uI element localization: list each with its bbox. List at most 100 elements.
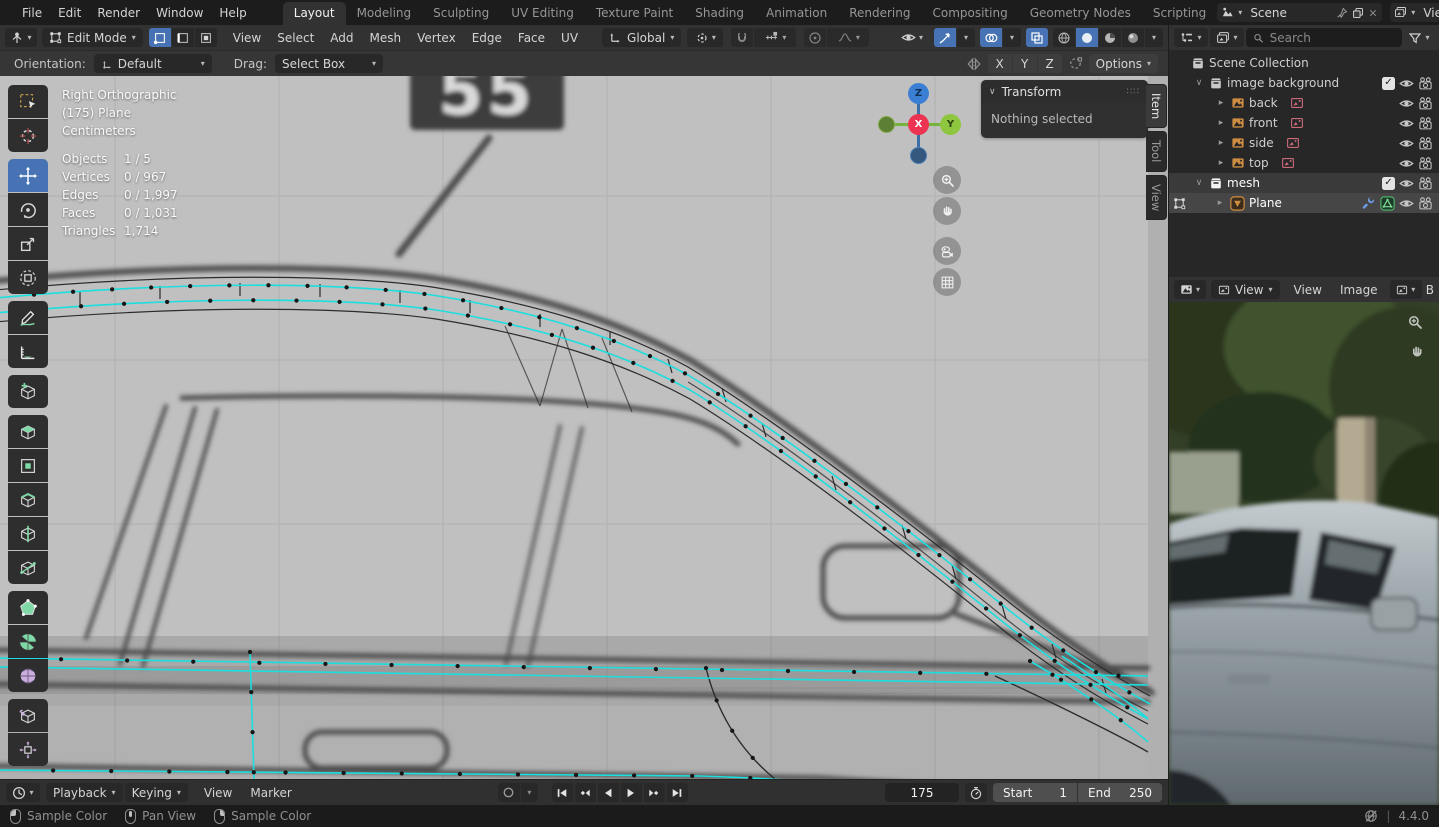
hide-eye-icon[interactable] xyxy=(1399,116,1414,131)
menu-render[interactable]: Render xyxy=(89,3,148,23)
tool-select-box[interactable] xyxy=(8,85,48,118)
shading-solid-button[interactable] xyxy=(1076,28,1098,47)
pin-icon[interactable] xyxy=(1336,7,1348,19)
tool-rotate[interactable] xyxy=(8,193,48,226)
tool-loop-cut[interactable] xyxy=(8,517,48,550)
tool-cursor[interactable] xyxy=(8,119,48,152)
frame-end-field[interactable]: End 250 xyxy=(1078,783,1162,802)
play-reverse-button[interactable] xyxy=(597,783,619,802)
outliner-row-front[interactable]: ▸ front xyxy=(1169,113,1439,133)
transform-orientation-selector[interactable]: Global ▾ xyxy=(602,28,682,47)
object-visibility-selector[interactable]: ▾ xyxy=(895,28,929,47)
drag-mode-selector[interactable]: Select Box ▾ xyxy=(274,54,383,73)
collapse-icon[interactable]: ∨ xyxy=(1193,178,1205,188)
keying-menu[interactable]: Keying ▾ xyxy=(124,783,188,802)
hide-eye-icon[interactable] xyxy=(1399,76,1414,91)
tool-orientation-selector[interactable]: Default ▾ xyxy=(93,54,212,73)
menu-edge[interactable]: Edge xyxy=(464,28,510,48)
overlays-options-button[interactable]: ▾ xyxy=(1003,28,1021,47)
auto-keying-options-button[interactable]: ▾ xyxy=(520,783,538,802)
tab-animation[interactable]: Animation xyxy=(755,2,838,25)
outliner-row-scene-collection[interactable]: Scene Collection xyxy=(1169,53,1439,73)
transform-panel-header[interactable]: ∨ Transform ∷∷ xyxy=(981,80,1148,103)
collection-checkbox[interactable]: ✓ xyxy=(1382,176,1395,190)
correct-face-attributes-icon[interactable] xyxy=(1068,56,1083,71)
image-menu-view[interactable]: View xyxy=(1286,280,1330,300)
tool-scale[interactable] xyxy=(8,227,48,260)
render-camera-icon[interactable] xyxy=(1418,116,1433,131)
tab-compositing[interactable]: Compositing xyxy=(921,2,1018,25)
render-camera-icon[interactable] xyxy=(1418,136,1433,151)
scene-name[interactable]: Scene xyxy=(1246,6,1332,20)
tab-scripting[interactable]: Scripting xyxy=(1142,2,1217,25)
render-camera-icon[interactable] xyxy=(1418,96,1433,111)
image-editor-type-button[interactable]: ▾ xyxy=(1174,280,1206,299)
show-gizmo-button[interactable] xyxy=(934,28,956,47)
triangulate-modifier-icon[interactable] xyxy=(1380,196,1395,211)
render-camera-icon[interactable] xyxy=(1418,176,1433,191)
outliner-display-mode-button[interactable]: ▾ xyxy=(1174,28,1208,47)
menu-window[interactable]: Window xyxy=(148,3,211,23)
snap-toggle-button[interactable] xyxy=(731,28,754,47)
show-overlays-button[interactable] xyxy=(980,28,1002,47)
use-preview-range-button[interactable] xyxy=(965,783,987,802)
play-button[interactable] xyxy=(620,783,642,802)
sidebar-tab-item[interactable]: Item xyxy=(1146,84,1167,129)
hide-eye-icon[interactable] xyxy=(1399,176,1414,191)
tool-poly-build[interactable] xyxy=(8,591,48,624)
mirror-icon[interactable] xyxy=(966,56,982,72)
jump-to-end-button[interactable] xyxy=(666,783,688,802)
hide-eye-icon[interactable] xyxy=(1399,196,1414,211)
timeline-menu-view[interactable]: View xyxy=(196,783,240,803)
tab-shading[interactable]: Shading xyxy=(684,2,755,25)
gizmo-options-button[interactable]: ▾ xyxy=(957,28,975,47)
close-icon[interactable] xyxy=(1368,8,1378,18)
tab-sculpting[interactable]: Sculpting xyxy=(422,2,500,25)
tool-add-cube[interactable] xyxy=(8,375,48,408)
zoom-button[interactable] xyxy=(933,166,961,194)
outliner-row-mesh[interactable]: ∨ mesh ✓ xyxy=(1169,173,1439,193)
playback-menu[interactable]: Playback ▾ xyxy=(46,783,123,802)
previous-keyframe-button[interactable] xyxy=(574,783,596,802)
tool-annotate[interactable] xyxy=(8,301,48,334)
shading-rendered-button[interactable] xyxy=(1122,28,1144,47)
outliner-filter-mode-button[interactable]: ▾ xyxy=(1210,28,1244,47)
mirror-y-button[interactable]: Y xyxy=(1012,54,1037,73)
tool-move[interactable] xyxy=(8,159,48,192)
outliner-row-image-background[interactable]: ∨ image background ✓ xyxy=(1169,73,1439,93)
tab-texture-paint[interactable]: Texture Paint xyxy=(585,2,684,25)
menu-add[interactable]: Add xyxy=(322,28,361,48)
outliner-search[interactable] xyxy=(1246,28,1402,47)
mirror-z-button[interactable]: Z xyxy=(1037,54,1062,73)
tab-layout[interactable]: Layout xyxy=(282,2,346,25)
tool-spin[interactable] xyxy=(8,625,48,658)
menu-edit[interactable]: Edit xyxy=(50,3,89,23)
pan-button[interactable] xyxy=(933,197,961,225)
proportional-falloff-selector[interactable]: ▾ xyxy=(827,28,870,47)
editor-type-button[interactable]: ▾ xyxy=(5,28,37,47)
outliner-row-side[interactable]: ▸ side xyxy=(1169,133,1439,153)
current-frame-field[interactable]: 175 xyxy=(885,783,959,802)
jump-to-start-button[interactable] xyxy=(551,783,573,802)
tool-transform[interactable] xyxy=(8,261,48,294)
search-input[interactable] xyxy=(1269,30,1395,45)
image-zoom-icon[interactable] xyxy=(1407,314,1423,330)
camera-view-button[interactable] xyxy=(933,237,961,265)
select-mode-face-button[interactable] xyxy=(194,28,217,47)
menu-file[interactable]: File xyxy=(14,3,50,23)
network-offline-icon[interactable] xyxy=(1364,809,1378,823)
gizmo-axis-z[interactable]: Z xyxy=(908,83,929,104)
outliner-row-top[interactable]: ▸ top xyxy=(1169,153,1439,173)
next-keyframe-button[interactable] xyxy=(643,783,665,802)
viewlayer-selector[interactable]: ▾ ViewLayer xyxy=(1390,3,1439,22)
select-mode-edge-button[interactable] xyxy=(171,28,194,47)
tab-modeling[interactable]: Modeling xyxy=(346,2,423,25)
panel-grip-icon[interactable]: ∷∷ xyxy=(1127,87,1140,97)
tab-rendering[interactable]: Rendering xyxy=(838,2,921,25)
menu-face[interactable]: Face xyxy=(510,28,553,48)
mode-selector[interactable]: Edit Mode ▾ xyxy=(42,28,143,47)
menu-uv[interactable]: UV xyxy=(553,28,586,48)
tool-bevel[interactable] xyxy=(8,483,48,516)
tool-extrude-region[interactable] xyxy=(8,415,48,448)
gizmo-axis-x[interactable]: X xyxy=(908,114,929,135)
